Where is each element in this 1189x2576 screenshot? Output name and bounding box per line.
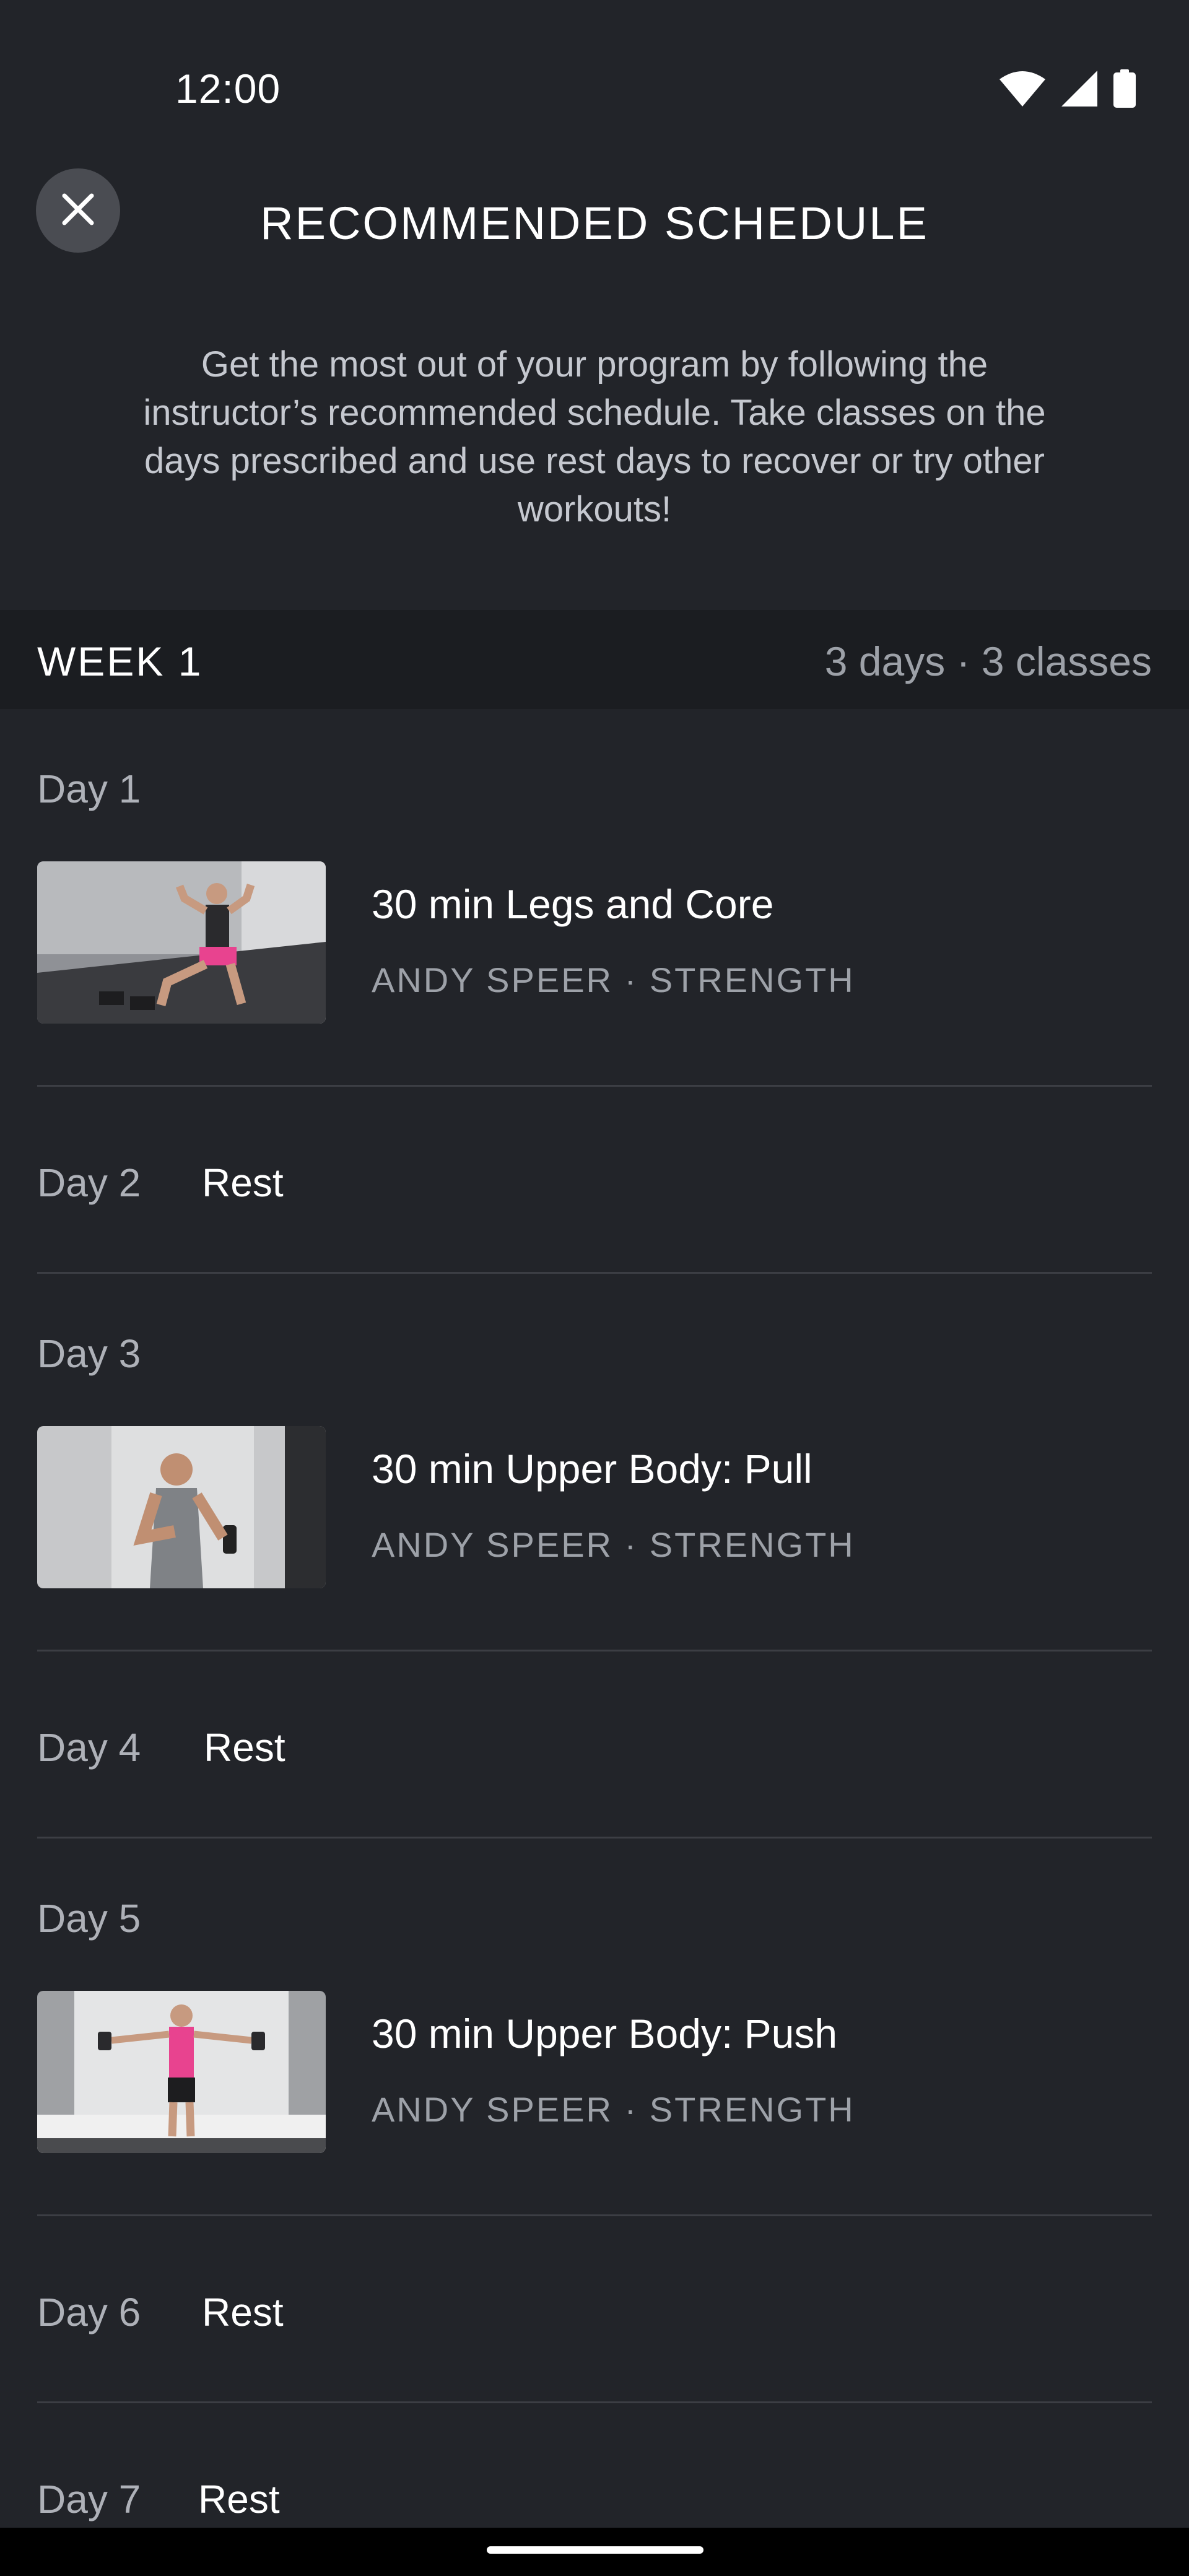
day-label: Day 2 xyxy=(37,1160,141,1205)
day-item: Day 4 Rest xyxy=(0,1651,1189,1838)
screen: 12:00 RECOMMENDED SCHEDULE Get the most … xyxy=(0,0,1189,2576)
cellular-signal-icon xyxy=(1061,71,1097,107)
day-label: Day 5 xyxy=(37,1896,141,1941)
rest-label: Rest xyxy=(202,1160,284,1205)
status-icons xyxy=(1000,69,1136,108)
day-label: Day 4 xyxy=(37,1725,141,1770)
battery-icon xyxy=(1113,69,1136,108)
day-label: Day 3 xyxy=(37,1331,141,1376)
day-label: Day 1 xyxy=(37,767,141,811)
week-summary: 3 days · 3 classes xyxy=(824,638,1152,684)
day-item[interactable]: Day 5 30 min Upper Body: Push ANDY SPEER… xyxy=(0,1838,1189,2216)
home-indicator[interactable] xyxy=(487,2546,703,2554)
intro-text: Get the most out of your program by foll… xyxy=(143,344,1046,529)
week-label: WEEK 1 xyxy=(37,638,203,684)
page-title: RECOMMENDED SCHEDULE xyxy=(260,198,929,249)
wifi-icon xyxy=(1000,71,1045,107)
day-item: Day 2 Rest xyxy=(0,1087,1189,1274)
class-instructor-discipline: ANDY SPEER · STRENGTH xyxy=(372,960,855,999)
class-thumbnail[interactable] xyxy=(37,861,326,1024)
class-instructor-discipline: ANDY SPEER · STRENGTH xyxy=(372,1525,855,1564)
week-header: WEEK 1 3 days · 3 classes xyxy=(0,610,1189,709)
class-instructor-discipline: ANDY SPEER · STRENGTH xyxy=(372,2090,855,2129)
day-item[interactable]: Day 3 30 min Upper Body: Pull ANDY SPEER… xyxy=(0,1274,1189,1651)
status-bar: 12:00 xyxy=(0,0,1189,155)
class-title[interactable]: 30 min Upper Body: Push xyxy=(372,2010,837,2057)
navigation-bar xyxy=(0,2528,1189,2576)
class-thumbnail[interactable] xyxy=(37,1426,326,1588)
rest-label: Rest xyxy=(204,1725,285,1770)
class-thumbnail[interactable] xyxy=(37,1991,326,2153)
rest-label: Rest xyxy=(198,2477,280,2522)
schedule-list: Day 1 30 min Legs and Core ANDY SPEER · … xyxy=(0,709,1189,2576)
status-time: 12:00 xyxy=(175,66,281,111)
rest-label: Rest xyxy=(202,2290,284,2334)
day-label: Day 7 xyxy=(37,2477,141,2522)
class-title[interactable]: 30 min Upper Body: Pull xyxy=(372,1445,812,1492)
day-item[interactable]: Day 1 30 min Legs and Core ANDY SPEER · … xyxy=(0,709,1189,1087)
class-title[interactable]: 30 min Legs and Core xyxy=(372,881,773,928)
day-label: Day 6 xyxy=(37,2290,141,2334)
day-item: Day 6 Rest xyxy=(0,2216,1189,2403)
